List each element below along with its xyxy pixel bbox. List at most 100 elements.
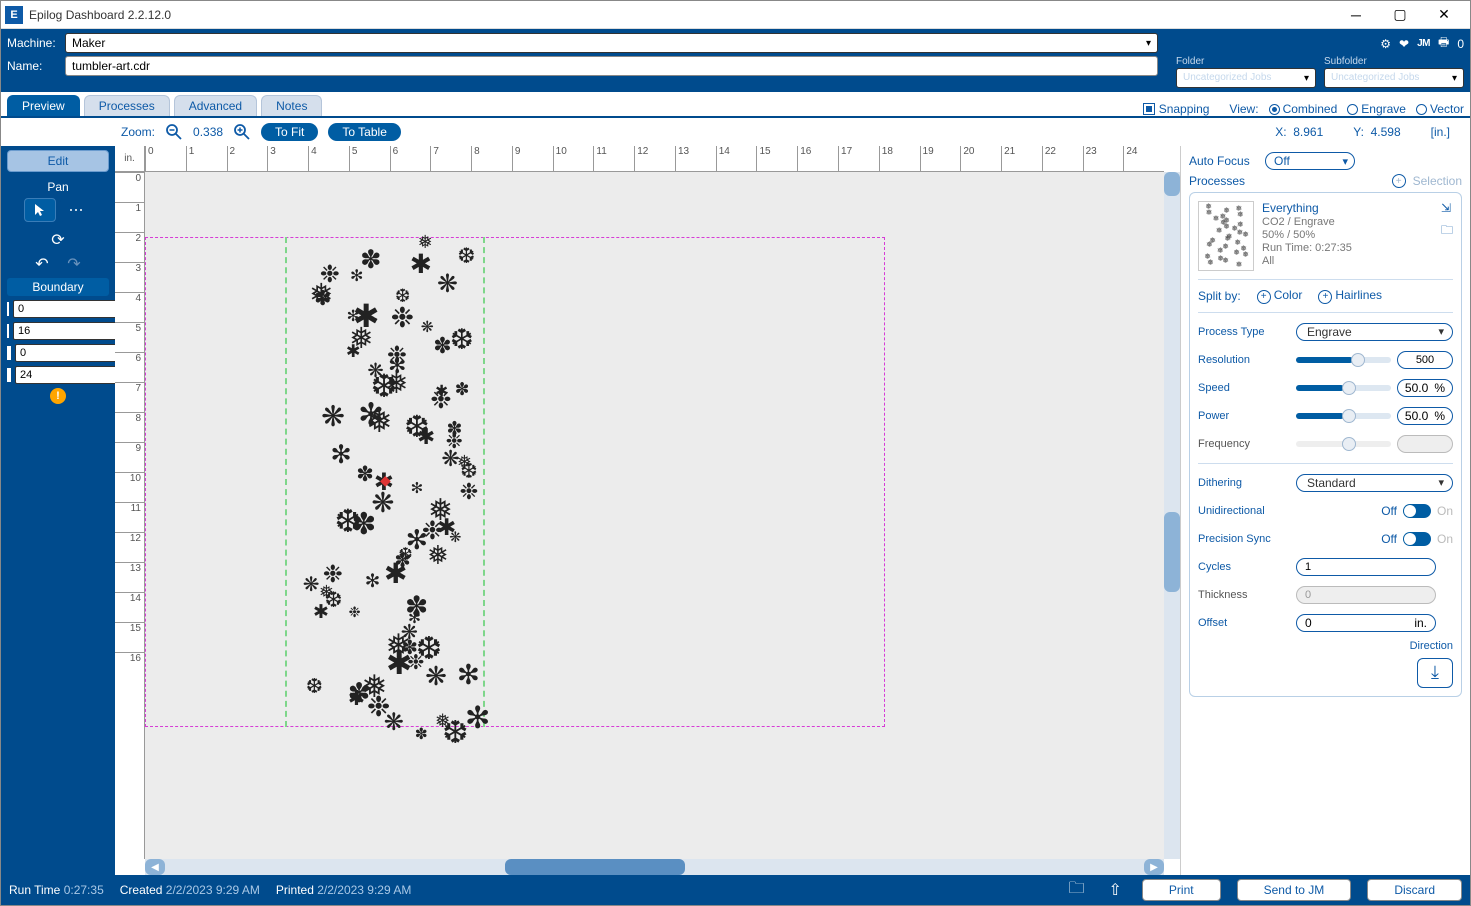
discard-button[interactable]: Discard: [1367, 879, 1462, 901]
view-engrave[interactable]: Engrave: [1347, 102, 1406, 116]
process-type-select[interactable]: Engrave: [1296, 323, 1453, 341]
ruler-unit: in.: [115, 146, 145, 172]
zoom-out-icon[interactable]: [165, 123, 183, 141]
titlebar: E Epilog Dashboard 2.2.12.0 ─ ▢ ✕: [1, 1, 1470, 29]
split-by-hairlines[interactable]: +Hairlines: [1318, 288, 1382, 304]
power-value[interactable]: 50.0 %: [1397, 407, 1453, 425]
subfolder-select[interactable]: Uncategorized Jobs: [1324, 68, 1464, 88]
process-export-icon[interactable]: ⇲: [1441, 201, 1453, 215]
dithering-select[interactable]: Standard: [1296, 474, 1453, 492]
minimize-button[interactable]: ─: [1334, 1, 1378, 29]
refresh-icon[interactable]: ⟳: [44, 230, 72, 250]
snapping-toggle[interactable]: Snapping: [1143, 102, 1210, 116]
power-slider[interactable]: [1296, 413, 1391, 419]
autofocus-select[interactable]: Off: [1265, 152, 1355, 170]
heartbeat-icon[interactable]: ❤: [1399, 37, 1409, 51]
send-jm-button[interactable]: Send to JM: [1237, 879, 1352, 901]
machine-select[interactable]: Maker: [65, 33, 1158, 53]
bound-top-icon: [7, 302, 9, 316]
speed-slider[interactable]: [1296, 385, 1391, 391]
view-combined[interactable]: Combined: [1269, 102, 1338, 116]
job-name-input[interactable]: tumbler-art.cdr: [65, 56, 1158, 76]
undo-icon[interactable]: ↶: [28, 254, 56, 274]
created-value: 2/2/2023 9:29 AM: [166, 883, 260, 897]
tab-preview[interactable]: Preview: [7, 95, 80, 116]
zoom-bar: Zoom: 0.338 To Fit To Table X: 8.961 Y: …: [1, 118, 1470, 146]
bound-left-icon: [7, 346, 11, 360]
processes-header: Processes: [1189, 174, 1245, 188]
footer: Run Time 0:27:35 Created 2/2/2023 9:29 A…: [1, 875, 1470, 905]
cursor-tool[interactable]: [24, 198, 56, 222]
export-icon[interactable]: ⇧: [1109, 880, 1122, 900]
maximize-button[interactable]: ▢: [1378, 1, 1422, 29]
left-panel: Edit Pan ⟳ ↶ ↷ Boundary !: [1, 146, 115, 875]
tab-advanced[interactable]: Advanced: [174, 95, 257, 116]
offset-label: Offset: [1198, 617, 1290, 629]
bound-height-icon: [7, 324, 9, 338]
process-name: Everything: [1262, 201, 1433, 215]
zoom-label: Zoom:: [121, 125, 155, 139]
view-label: View:: [1229, 102, 1258, 116]
process-runtime: Run Time: 0:27:35: [1262, 242, 1433, 254]
ruler-vertical: 012345678910111213141516: [115, 172, 145, 859]
process-type-text: CO2 / Engrave: [1262, 216, 1433, 228]
app-logo: E: [5, 6, 23, 24]
zoom-in-icon[interactable]: [233, 123, 251, 141]
line-tool[interactable]: [60, 198, 92, 222]
speed-value[interactable]: 50.0 %: [1397, 379, 1453, 397]
horizontal-scrollbar[interactable]: ◀▶: [145, 859, 1164, 875]
main-area: Edit Pan ⟳ ↶ ↷ Boundary ! in. 0123456789…: [1, 146, 1470, 875]
view-vector[interactable]: Vector: [1416, 102, 1464, 116]
warning-icon[interactable]: !: [50, 388, 66, 404]
cycles-input[interactable]: 1: [1296, 558, 1436, 576]
canvas[interactable]: ❅❆✽✱❉✻❋❅❆✽✱❉✻❋❅❆✽✱❉✻❋❅❆✽✱❉✻❋❅❆✽✱❉✻❋❅❆✽✱❉…: [145, 172, 1164, 859]
folder-add-icon[interactable]: 🗀: [1069, 877, 1085, 904]
processes-box: ❅❅❅❅❅❅❅❅❅❅❅❅❅❅❅❅❅❅❅❅❅❅❅❅❅❅❅❅❅❅ Everythin…: [1189, 192, 1462, 697]
print-button[interactable]: Print: [1142, 879, 1221, 901]
unidirectional-toggle[interactable]: OffOn: [1381, 504, 1453, 518]
snapping-checkbox-icon: [1143, 103, 1155, 115]
zoom-to-fit-button[interactable]: To Fit: [261, 123, 318, 141]
split-by-color[interactable]: +Color: [1257, 288, 1303, 304]
coord-x-label: X:: [1275, 125, 1286, 139]
coord-unit: [in.]: [1431, 125, 1450, 139]
precision-sync-label: Precision Sync: [1198, 533, 1290, 545]
resolution-label: Resolution: [1198, 354, 1290, 366]
ruler-horizontal: 0123456789101112131415161718192021222324: [145, 146, 1164, 172]
vertical-scrollbar[interactable]: [1164, 172, 1180, 859]
folder-label: Folder: [1176, 56, 1316, 67]
tab-processes[interactable]: Processes: [84, 95, 170, 116]
origin-marker: ◆: [380, 472, 391, 489]
snapping-label: Snapping: [1159, 102, 1210, 116]
runtime-value: 0:27:35: [64, 883, 104, 897]
direction-button[interactable]: ⤓: [1417, 658, 1453, 688]
window-title: Epilog Dashboard 2.2.12.0: [29, 8, 1334, 22]
resolution-value[interactable]: 500: [1397, 351, 1453, 369]
coord-x-value: 8.961: [1293, 125, 1323, 139]
process-folder-icon[interactable]: 🗀: [1441, 221, 1453, 242]
gear-icon[interactable]: ⚙: [1380, 37, 1391, 51]
cycles-label: Cycles: [1198, 561, 1290, 573]
machine-label: Machine:: [7, 36, 59, 50]
edit-button[interactable]: Edit: [7, 150, 109, 172]
tab-notes[interactable]: Notes: [261, 95, 322, 116]
offset-input[interactable]: 0in.: [1296, 614, 1436, 632]
folder-select[interactable]: Uncategorized Jobs: [1176, 68, 1316, 88]
redo-icon[interactable]: ↷: [60, 254, 88, 274]
thickness-input: 0: [1296, 586, 1436, 604]
artboard-bounds: [145, 237, 885, 727]
precision-sync-toggle[interactable]: OffOn: [1381, 532, 1453, 546]
printer-count: 0: [1457, 37, 1464, 51]
name-label: Name:: [7, 59, 59, 73]
add-selection-button[interactable]: +Selection: [1392, 174, 1462, 188]
unidirectional-label: Unidirectional: [1198, 505, 1290, 517]
split-by-label: Split by:: [1198, 289, 1241, 303]
resolution-slider[interactable]: [1296, 357, 1391, 363]
jm-icon[interactable]: JM: [1417, 38, 1430, 49]
frequency-slider: [1296, 441, 1391, 447]
printer-icon[interactable]: 🖶: [1438, 33, 1449, 54]
printed-value: 2/2/2023 9:29 AM: [317, 883, 411, 897]
zoom-to-table-button[interactable]: To Table: [328, 123, 400, 141]
process-item[interactable]: ❅❅❅❅❅❅❅❅❅❅❅❅❅❅❅❅❅❅❅❅❅❅❅❅❅❅❅❅❅❅ Everythin…: [1198, 201, 1453, 271]
close-button[interactable]: ✕: [1422, 1, 1466, 29]
